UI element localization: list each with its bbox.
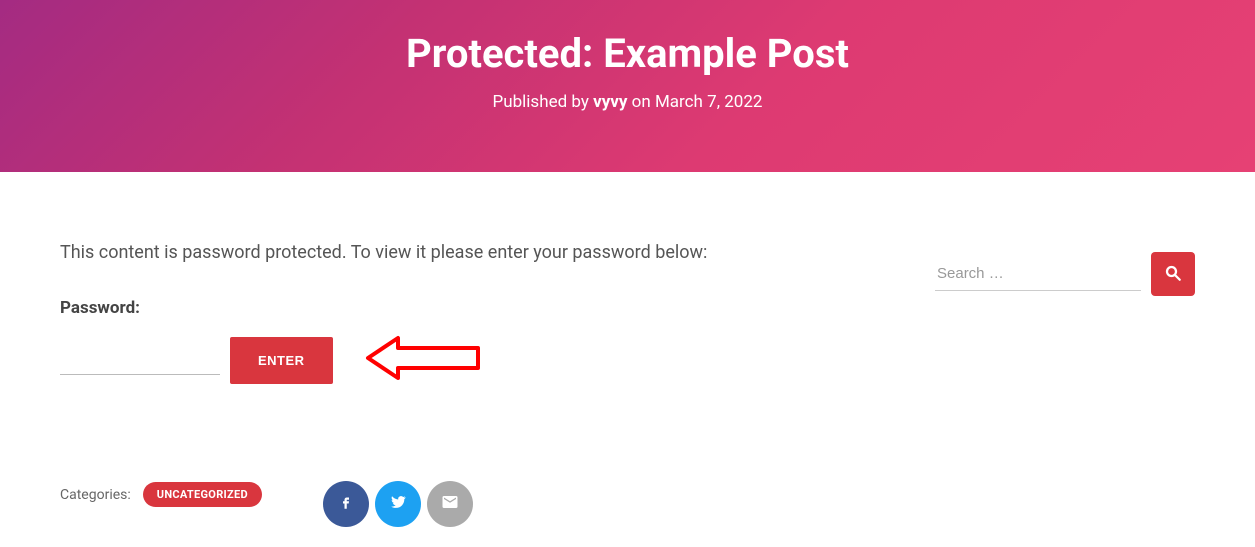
published-prefix: Published by — [493, 92, 594, 112]
email-icon — [441, 493, 459, 515]
hero-header: Protected: Example Post Published by vyv… — [0, 0, 1255, 172]
content-wrap: This content is password protected. To v… — [0, 172, 1255, 547]
facebook-icon — [337, 493, 355, 515]
enter-button[interactable]: ENTER — [230, 337, 333, 384]
categories-label: Categories: — [60, 487, 131, 503]
search-button[interactable] — [1151, 252, 1195, 296]
search-icon — [1164, 264, 1182, 285]
published-suffix: on March 7, 2022 — [627, 92, 762, 112]
search-input[interactable] — [935, 257, 1141, 291]
sidebar — [935, 242, 1195, 296]
arrow-annotation-icon — [363, 333, 483, 387]
password-label: Password: — [60, 298, 895, 318]
page-title: Protected: Example Post — [0, 30, 1255, 77]
share-email-button[interactable] — [427, 481, 473, 527]
password-row: ENTER — [60, 333, 895, 387]
share-twitter-button[interactable] — [375, 481, 421, 527]
password-intro-text: This content is password protected. To v… — [60, 242, 895, 263]
password-input[interactable] — [60, 345, 220, 375]
share-facebook-button[interactable] — [323, 481, 369, 527]
post-author[interactable]: vyvy — [593, 92, 627, 112]
category-pill[interactable]: UNCATEGORIZED — [143, 482, 262, 507]
post-meta: Published by vyvy on March 7, 2022 — [0, 92, 1255, 112]
main-content: This content is password protected. To v… — [60, 242, 935, 527]
twitter-icon — [389, 493, 407, 515]
